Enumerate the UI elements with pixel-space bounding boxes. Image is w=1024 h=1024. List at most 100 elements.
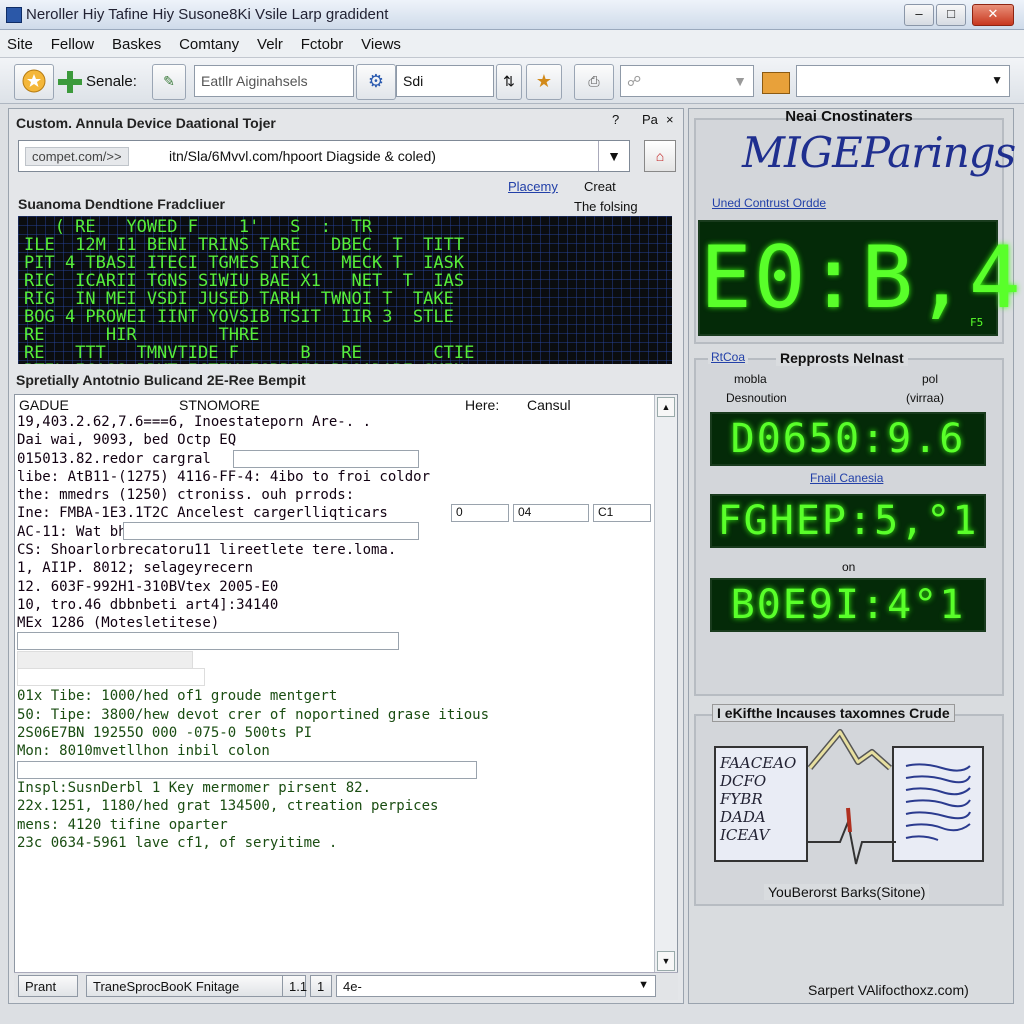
log-line: Inspl:SusnDerbl 1 Key mermomer pirsent 8… bbox=[17, 779, 372, 796]
log-line: libe: AtB11-(1275) 4116-FF-4: 4ibo to fr… bbox=[17, 468, 431, 485]
value-field-2[interactable]: 04 bbox=[513, 504, 589, 522]
support-footer-link[interactable]: Sarpert VAlifocthoxz.com) bbox=[808, 982, 969, 998]
address-input[interactable]: Eatllr Aiginahsels bbox=[194, 65, 354, 97]
sdi-field[interactable]: Sdi bbox=[396, 65, 494, 97]
lcd-readout-3: B0E9I:4°1 bbox=[710, 578, 986, 632]
log-line: 50: Tipe: 3800/hew devot crer of noporti… bbox=[17, 706, 490, 723]
log-line: 12. 603F-992H1-310BVtex 2005-E0 bbox=[17, 578, 279, 595]
log-col-here: Here: bbox=[465, 397, 500, 413]
menu-item-fellow[interactable]: Fellow bbox=[44, 30, 101, 53]
log-viewer[interactable]: GADUE STNOMORE Here: Cansul 19,403.2.62,… bbox=[14, 394, 678, 974]
menu-item-velr[interactable]: Velr bbox=[250, 30, 290, 53]
crude-title: I eKifthe Incauses taxomnes Crude bbox=[712, 704, 955, 722]
matrix-line: RIG IN MEI VSDI JUSED TARH TWNOI T TAKE bbox=[24, 289, 454, 309]
status-text: TraneSprocBooK Fnitage bbox=[86, 975, 286, 997]
menu-item-site[interactable]: Site bbox=[0, 30, 40, 53]
log-col-cansul: Cansul bbox=[527, 397, 571, 413]
menu-item-baskes[interactable]: Baskes bbox=[105, 30, 168, 53]
panel-close-icon[interactable]: × bbox=[666, 112, 674, 127]
url-combobox[interactable]: compet.com/>> itn/Sla/6Mvvl.com/hpoort D… bbox=[18, 140, 630, 172]
matrix-title: Suanoma Dendtione Fradcliuer bbox=[18, 196, 225, 212]
lcd-separator: on bbox=[842, 560, 856, 574]
document-left: FAACEAO DCFO FYBR DADA ICEAV bbox=[714, 746, 808, 862]
log-line: MEx 1286 (Motesletitese) bbox=[17, 615, 220, 632]
url-prefix: compet.com/>> bbox=[25, 147, 129, 166]
search-dropdown[interactable]: ▼ bbox=[796, 65, 1010, 97]
tools-button[interactable]: ✎ bbox=[152, 64, 186, 100]
print-icon[interactable]: ⎙ bbox=[574, 64, 614, 100]
url-text: itn/Sla/6Mvvl.com/hpoort Diagside & cole… bbox=[169, 148, 436, 164]
print-button[interactable]: Prant bbox=[18, 975, 78, 997]
maximize-button[interactable]: □ bbox=[936, 4, 966, 26]
log-col-gadue: GADUE bbox=[19, 397, 69, 413]
scribble-icon bbox=[905, 763, 971, 841]
matrix-line: RE TTT TMNVTIDE F B RE CTIE bbox=[24, 343, 475, 363]
status-cell-1[interactable]: 1.1 bbox=[282, 975, 307, 997]
bookmark-icon[interactable]: ⌂ bbox=[644, 140, 676, 172]
log-title: Spretially Antotnio Bulicand 2E-Ree Bemp… bbox=[16, 372, 306, 388]
matrix-line: ( RE YOWED F 1' S : TR bbox=[24, 217, 393, 237]
log-line: the: mmedrs (1250) ctroniss. ouh prrods: bbox=[17, 487, 355, 504]
send-label[interactable]: Senale: bbox=[86, 73, 137, 90]
doc-line: DADA bbox=[720, 808, 766, 826]
matrix-display: ( RE YOWED F 1' S : TR ILE 12M I1 BENI T… bbox=[18, 216, 672, 364]
placemy-link[interactable]: Placemy bbox=[508, 179, 558, 194]
log-line: 22x.1251, 1180/hed grat 134500, ctreatio… bbox=[17, 798, 439, 815]
value-field-3[interactable]: C1 bbox=[593, 504, 651, 522]
log-line: mens: 4120 tifine oparter bbox=[17, 816, 228, 833]
value-field-1[interactable]: 0 bbox=[451, 504, 509, 522]
log-line: 19,403.2.62,7.6===6, Inoestateporn Are-.… bbox=[17, 414, 372, 430]
scroll-up-icon[interactable]: ▲ bbox=[657, 397, 675, 417]
log-line: Dai wai, 9093, bed Octp EQ bbox=[17, 432, 237, 449]
close-button[interactable]: ✕ bbox=[972, 4, 1014, 26]
status-bar: Prant TraneSprocBooK Fnitage 1.1 1 4e- ▼ bbox=[14, 972, 678, 1000]
create-link[interactable]: Creat bbox=[584, 179, 616, 194]
scroll-down-icon[interactable]: ▼ bbox=[657, 951, 675, 971]
panel-help-button[interactable]: ? bbox=[612, 112, 619, 127]
home-button[interactable] bbox=[14, 64, 54, 100]
doc-line: ICEAV bbox=[720, 826, 770, 844]
text-field-5[interactable] bbox=[17, 668, 205, 686]
text-field-6[interactable] bbox=[17, 761, 477, 779]
log-line: 01x Tibe: 1000/hed of1 groude mentgert bbox=[17, 688, 338, 705]
filter-dropdown[interactable]: ☍ ▼ bbox=[620, 65, 754, 97]
text-field-3[interactable] bbox=[17, 632, 399, 650]
log-col-stnomore: STNOMORE bbox=[179, 397, 260, 413]
status-cell-3: 4e- bbox=[343, 979, 362, 994]
lcd-readout-1: D0650:9.6 bbox=[710, 412, 986, 466]
main-lcd: E0:B,4 bbox=[698, 220, 1021, 336]
settings-gear-icon[interactable]: ⚙ bbox=[356, 64, 396, 100]
fold-toggle[interactable]: The folsing bbox=[574, 199, 638, 214]
text-field-4[interactable] bbox=[17, 651, 193, 669]
menu-item-fctobr[interactable]: Fctobr bbox=[294, 30, 351, 53]
panel-pin-button[interactable]: Pa bbox=[642, 112, 658, 127]
chevron-down-icon[interactable]: ▼ bbox=[598, 141, 629, 171]
rtcoa-link[interactable]: RtCoa bbox=[708, 350, 749, 364]
doc-line: FAACEAO bbox=[720, 754, 797, 772]
status-cell-2[interactable]: 1 bbox=[310, 975, 332, 997]
contrast-link[interactable]: Uned Contrust Ordde bbox=[712, 196, 826, 210]
report-col2-bottom: (virraa) bbox=[906, 391, 944, 405]
signal-icon bbox=[807, 729, 896, 865]
text-field-1[interactable] bbox=[233, 450, 419, 468]
brand-logo: MIGEParings bbox=[742, 128, 1016, 177]
status-combobox[interactable]: 4e- ▼ bbox=[336, 975, 656, 997]
log-scrollbar[interactable]: ▲ ▼ bbox=[654, 395, 677, 973]
report-col1-bottom: Desnoution bbox=[726, 391, 787, 405]
image-icon[interactable] bbox=[762, 72, 790, 94]
matrix-line: PIT 4 TBASI ITECI TGMES IRIC MECK T IASK bbox=[24, 253, 465, 273]
text-field-2[interactable] bbox=[123, 522, 419, 540]
matrix-line: BTIL ICASS BRKT ICTEY EGBRIES BROADABE S… bbox=[24, 362, 666, 364]
menu-item-comtany[interactable]: Comtany bbox=[172, 30, 246, 53]
log-line: 2S06E7BN 19255O 000 -075-0 500ts PI bbox=[17, 725, 313, 742]
window-title: Neroller Hiy Tafine Hiy Susone8Ki Vsile … bbox=[26, 6, 389, 23]
panel-title: Custom. Annula Device Daational Tojer bbox=[16, 115, 276, 131]
spin-button[interactable]: ⇅ bbox=[496, 64, 522, 100]
network-icon[interactable] bbox=[58, 71, 82, 96]
menu-item-views[interactable]: Views bbox=[354, 30, 408, 53]
minimize-button[interactable]: – bbox=[904, 4, 934, 26]
document-right bbox=[892, 746, 984, 862]
lightning-icon[interactable]: ★ bbox=[526, 64, 562, 100]
camera-link[interactable]: Fnail Canesia bbox=[810, 471, 883, 485]
matrix-line: RE HIR THRE bbox=[24, 325, 475, 345]
